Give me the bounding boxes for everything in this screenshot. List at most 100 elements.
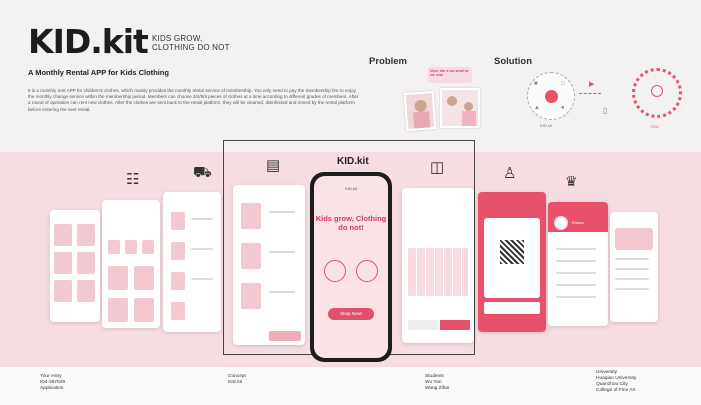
project-description: It is a monthly rent APP for children's … xyxy=(28,88,359,112)
menu-line xyxy=(556,284,596,286)
app-screen-list xyxy=(163,192,221,332)
product-thumb xyxy=(171,272,185,290)
product-thumb xyxy=(134,298,154,322)
app-screen-cart xyxy=(233,185,305,345)
app-screen-membership xyxy=(610,212,658,322)
menu-line xyxy=(556,272,596,274)
phone-header: KID.kit xyxy=(345,186,357,191)
product-thumb xyxy=(241,283,261,309)
wash-icon: ● xyxy=(561,105,565,111)
truck-icon: ⛟ xyxy=(193,164,212,181)
list-line xyxy=(191,278,213,280)
checklist-icon: ☷ xyxy=(126,171,140,188)
child-dress xyxy=(413,111,431,129)
shop-now-button[interactable]: Shop Now! xyxy=(328,308,374,320)
checkout-button[interactable] xyxy=(269,331,301,341)
product-thumb xyxy=(108,266,128,290)
product-thumb xyxy=(171,242,185,260)
university-college: College of Fine Art xyxy=(596,388,636,393)
menu-line xyxy=(556,248,596,250)
pickup-label: Pick up 10:30 xyxy=(490,224,532,231)
brand-tagline: KIDS GROW, CLOTHING DO NOT xyxy=(152,34,230,52)
footer-university: University Huaqiao University Quanzhou C… xyxy=(596,370,636,394)
app-screen-catalog xyxy=(102,200,160,328)
menu-line xyxy=(615,268,649,270)
qr-code xyxy=(500,240,524,264)
user-icon: ♙ xyxy=(503,165,517,182)
design-board: KID.kit KIDS GROW, CLOTHING DO NOT A Mon… xyxy=(0,0,701,405)
phone-small-icon: ▯ xyxy=(603,106,608,115)
truck-small-icon: ▲ xyxy=(534,105,540,111)
product-thumb xyxy=(134,266,154,290)
app-screen-gallery xyxy=(50,210,100,322)
project-subtitle: A Monthly Rental APP for Kids Clothing xyxy=(28,68,169,77)
product-thumb xyxy=(108,240,120,254)
confirm-button[interactable] xyxy=(440,320,470,330)
product-thumb xyxy=(77,224,95,246)
small-dress xyxy=(462,111,476,126)
list-line xyxy=(269,211,295,213)
clothing-avatar-icon xyxy=(356,260,378,282)
app-screen-calendar xyxy=(402,188,474,343)
child-figure-2 xyxy=(464,102,473,111)
menu-line xyxy=(615,278,649,280)
brand-logo: KID.kit xyxy=(28,22,149,61)
menu-line xyxy=(556,260,596,262)
product-thumb xyxy=(171,212,185,230)
product-thumb xyxy=(241,243,261,269)
app-screen-profile: Emma xyxy=(548,202,608,326)
product-thumb xyxy=(54,224,72,246)
product-thumb xyxy=(241,203,261,229)
user-circle xyxy=(632,68,682,118)
product-thumb xyxy=(54,252,72,274)
kidkit-dot-icon xyxy=(545,90,558,103)
tagline-line-1: KIDS GROW, xyxy=(152,34,203,43)
problem-photo-1 xyxy=(403,90,437,132)
solution-right-label: YOU xyxy=(650,124,659,129)
box-icon: □ xyxy=(561,81,565,87)
avatar xyxy=(554,216,568,230)
product-thumb xyxy=(77,280,95,302)
showcase-title: KID.kit xyxy=(337,156,369,167)
solution-title: Solution xyxy=(494,56,532,67)
student-name: Wang Zifan xyxy=(425,386,450,391)
product-thumb xyxy=(142,240,154,254)
adult-figure xyxy=(447,96,457,106)
list-line xyxy=(269,291,295,293)
phone-headline: Kids grow, Clothing do not! xyxy=(315,214,387,232)
tagline-line-2: CLOTHING DO NOT xyxy=(152,43,230,52)
phone-mockup: KID.kit Kids grow, Clothing do not! Shop… xyxy=(310,172,392,362)
product-thumb xyxy=(125,240,137,254)
footer-students: Students Wu Yan Wang Zifan xyxy=(425,374,449,392)
phone-screen: KID.kit Kids grow, Clothing do not! Shop… xyxy=(314,176,388,358)
footer-entry: Your entry ID4-367649 Application xyxy=(40,374,65,392)
problem-title: Problem xyxy=(369,56,408,67)
membership-card xyxy=(615,228,653,250)
child-avatar-icon xyxy=(324,260,346,282)
menu-line xyxy=(615,288,649,290)
menu-line xyxy=(615,258,649,260)
service-circle: ■ □ ▲ ● xyxy=(527,72,575,120)
list-line xyxy=(191,248,213,250)
cancel-button[interactable] xyxy=(408,320,438,330)
heart-icon xyxy=(651,85,663,97)
product-thumb xyxy=(171,302,185,320)
profile-name: Emma xyxy=(572,220,584,225)
app-screen-pickup xyxy=(478,192,546,332)
place-field[interactable] xyxy=(484,302,540,314)
child-figure xyxy=(414,99,428,113)
crown-icon: ♛ xyxy=(565,173,578,189)
speech-bubble: Mom, this is too small for me now! xyxy=(428,67,472,83)
product-thumb xyxy=(54,280,72,302)
product-thumb xyxy=(77,252,95,274)
flow-arrow xyxy=(579,93,601,94)
concept-value: KID.kit xyxy=(228,380,243,385)
list-line xyxy=(191,218,213,220)
arrow-head-icon: ▶ xyxy=(589,81,595,88)
shirt-icon: ■ xyxy=(534,81,538,87)
problem-photo-2 xyxy=(440,88,480,128)
menu-line xyxy=(556,296,596,298)
product-thumb xyxy=(108,298,128,322)
entry-category: Application xyxy=(40,386,64,391)
solution-left-label: KID.kit xyxy=(540,123,552,128)
